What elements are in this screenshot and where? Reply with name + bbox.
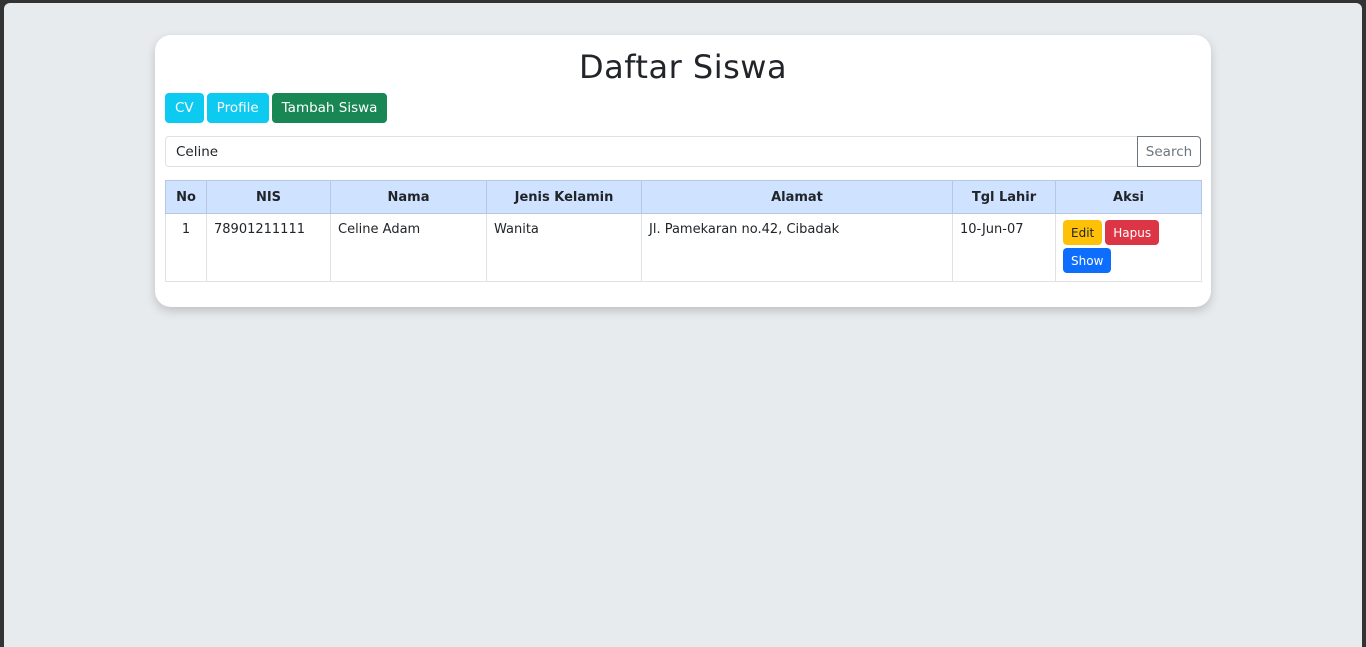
page-background: Daftar Siswa CV Profile Tambah Siswa Sea… — [4, 3, 1362, 647]
table-row: 1 78901211111 Celine Adam Wanita Jl. Pam… — [165, 213, 1202, 282]
add-student-button[interactable]: Tambah Siswa — [271, 93, 388, 123]
column-header-jenis-kelamin: Jenis Kelamin — [486, 180, 642, 214]
search-button[interactable]: Search — [1137, 136, 1201, 167]
cell-alamat: Jl. Pamekaran no.42, Cibadak — [641, 213, 953, 282]
page-title: Daftar Siswa — [578, 48, 788, 86]
column-header-tgl-lahir: Tgl Lahir — [952, 180, 1056, 214]
cell-jenis-kelamin: Wanita — [486, 213, 642, 282]
edit-button[interactable]: Edit — [1063, 220, 1103, 245]
nav-button-row: CV Profile Tambah Siswa — [165, 93, 1201, 123]
table-header-row: No NIS Nama Jenis Kelamin Alamat Tgl Lah… — [165, 180, 1202, 214]
student-table: No NIS Nama Jenis Kelamin Alamat Tgl Lah… — [165, 180, 1202, 282]
action-buttons: Edit Hapus Show — [1063, 220, 1163, 273]
cv-button[interactable]: CV — [165, 93, 204, 123]
search-input[interactable] — [165, 136, 1137, 167]
cell-no: 1 — [165, 213, 207, 282]
search-bar: Search — [165, 136, 1201, 167]
cell-aksi: Edit Hapus Show — [1055, 213, 1202, 282]
column-header-no: No — [165, 180, 207, 214]
column-header-nama: Nama — [330, 180, 487, 214]
column-header-aksi: Aksi — [1055, 180, 1202, 214]
cell-tgl-lahir: 10-Jun-07 — [952, 213, 1056, 282]
show-button[interactable]: Show — [1063, 248, 1112, 273]
profile-button[interactable]: Profile — [206, 93, 269, 123]
delete-button[interactable]: Hapus — [1105, 220, 1160, 245]
cell-nama: Celine Adam — [330, 213, 487, 282]
column-header-nis: NIS — [206, 180, 331, 214]
student-list-card: Daftar Siswa CV Profile Tambah Siswa Sea… — [155, 35, 1211, 307]
cell-nis: 78901211111 — [206, 213, 331, 282]
column-header-alamat: Alamat — [641, 180, 953, 214]
